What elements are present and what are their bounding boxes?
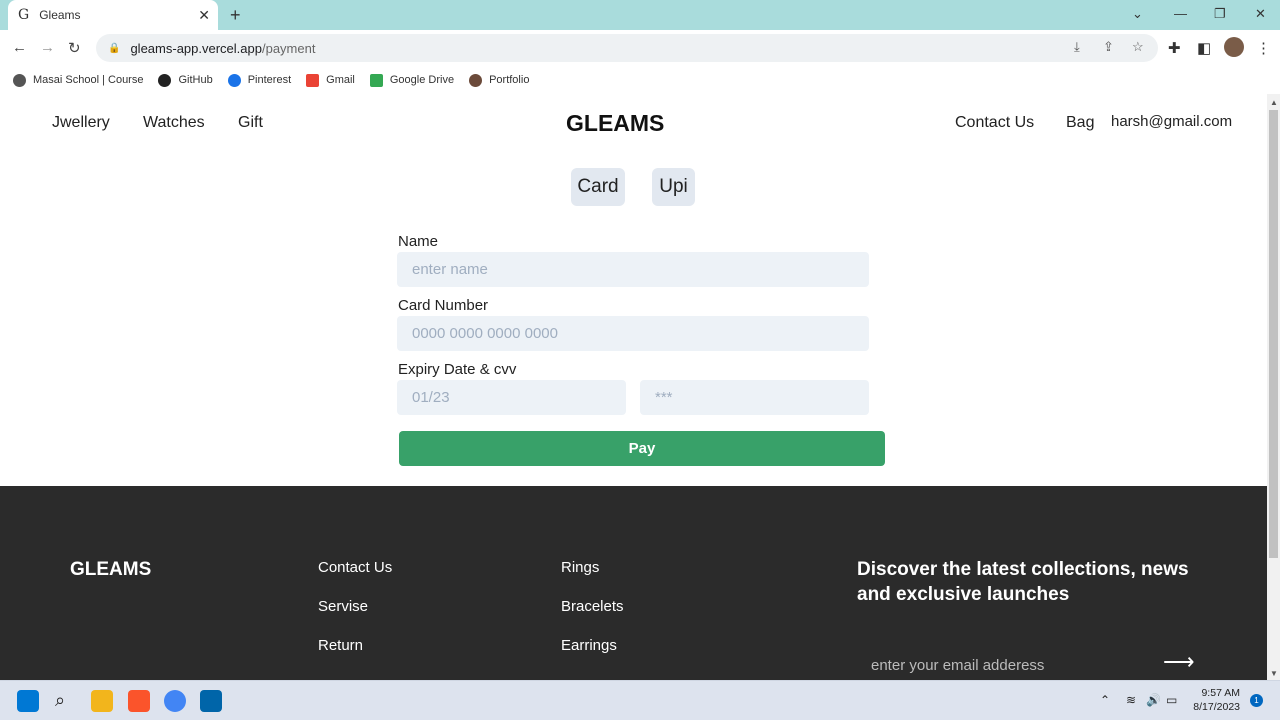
nav-gift[interactable]: Gift	[238, 114, 263, 132]
address-bar[interactable]: 🔒 gleams-app.vercel.app/payment ⤓ ⇪ ☆	[96, 34, 1158, 62]
footer-link-earrings[interactable]: Earrings	[561, 637, 617, 654]
volume-icon[interactable]: 🔊	[1146, 693, 1161, 707]
expiry-date-input[interactable]	[397, 380, 626, 415]
github-icon	[158, 73, 172, 87]
url-host: gleams-app.vercel.app	[130, 40, 262, 56]
bookmark-masai[interactable]: Masai School | Course	[13, 73, 144, 87]
nav-contact-us[interactable]: Contact Us	[955, 114, 1034, 132]
name-input[interactable]	[397, 252, 869, 287]
footer-link-bracelets[interactable]: Bracelets	[561, 598, 624, 615]
search-icon[interactable]: ⌕	[55, 690, 77, 712]
file-explorer-icon[interactable]	[91, 690, 113, 712]
name-label: Name	[398, 233, 439, 250]
footer-logo: GLEAMS	[70, 559, 152, 580]
nav-bag[interactable]: Bag	[1066, 114, 1094, 132]
globe-icon	[13, 73, 26, 87]
scroll-down-icon[interactable]: ▼	[1270, 669, 1278, 678]
scrollbar-thumb[interactable]	[1269, 110, 1278, 558]
install-icon[interactable]: ⤓	[1074, 39, 1080, 55]
site-logo[interactable]: GLEAMS	[566, 110, 664, 137]
restore-icon[interactable]: ❐	[1214, 6, 1226, 22]
cvv-input[interactable]	[640, 380, 869, 415]
forward-icon[interactable]: →	[40, 39, 55, 56]
extensions-icon[interactable]: ✚	[1168, 39, 1181, 57]
bookmark-label: GitHub	[178, 74, 213, 86]
nav-jwellery[interactable]: Jwellery	[52, 114, 110, 132]
new-tab-icon[interactable]: +	[230, 5, 241, 26]
footer-link-contact[interactable]: Contact Us	[318, 559, 392, 576]
gmail-icon	[306, 73, 320, 87]
vscode-icon[interactable]	[200, 690, 222, 712]
menu-icon[interactable]: ⋮	[1256, 39, 1271, 57]
bookmark-label: Masai School | Course	[33, 74, 144, 86]
bookmark-drive[interactable]: Google Drive	[369, 73, 455, 87]
scroll-up-icon[interactable]: ▲	[1270, 98, 1278, 107]
close-window-icon[interactable]: ✕	[1255, 6, 1266, 22]
pinterest-icon	[227, 73, 241, 87]
lock-icon: 🔒	[108, 42, 121, 54]
browser-tab-strip: G Gleams ✕ + ⌄ — ❐ ✕	[0, 0, 1280, 30]
profile-avatar[interactable]	[1224, 37, 1244, 57]
close-tab-icon[interactable]: ✕	[198, 7, 210, 24]
gleams-favicon-icon: G	[18, 7, 30, 23]
share-icon[interactable]: ⇪	[1103, 39, 1114, 55]
card-method-button[interactable]: Card	[571, 168, 625, 206]
user-email[interactable]: harsh@gmail.com	[1111, 113, 1232, 130]
upi-method-button[interactable]: Upi	[652, 168, 695, 206]
nav-watches[interactable]: Watches	[143, 114, 205, 132]
bookmark-label: Pinterest	[247, 74, 292, 86]
clock-time: 9:57 AM	[1201, 687, 1240, 699]
url-path: /payment	[261, 40, 316, 56]
browser-toolbar: ← → ↻ 🔒 gleams-app.vercel.app/payment ⤓ …	[0, 30, 1280, 66]
brave-icon[interactable]	[128, 690, 150, 712]
bookmark-label: Gmail	[326, 74, 355, 86]
footer-discover-heading: Discover the latest collections, news an…	[857, 559, 1189, 605]
pay-button[interactable]: Pay	[399, 431, 885, 466]
tab-search-icon[interactable]: ⌄	[1132, 6, 1143, 22]
bookmarks-bar: Masai School | Course GitHub Pinterest G…	[0, 66, 1280, 94]
footer-link-servise[interactable]: Servise	[318, 598, 368, 615]
bookmark-label: Google Drive	[389, 74, 455, 86]
clock-date: 8/17/2023	[1193, 701, 1240, 713]
card-number-input[interactable]	[397, 316, 869, 351]
windows-start-icon[interactable]	[17, 690, 39, 712]
drive-icon	[369, 73, 383, 87]
page-scrollbar[interactable]: ▲ ▼	[1267, 94, 1280, 680]
chrome-icon[interactable]	[164, 690, 186, 712]
side-panel-icon[interactable]: ◧	[1197, 39, 1211, 57]
system-clock[interactable]: 9:57 AM 8/17/2023	[1190, 686, 1240, 714]
reload-icon[interactable]: ↻	[68, 39, 81, 57]
wifi-icon[interactable]: ≋	[1126, 693, 1136, 707]
site-footer: GLEAMS Contact Us Servise Return Rings B…	[0, 486, 1267, 680]
portfolio-icon	[469, 73, 483, 87]
bookmark-gmail[interactable]: Gmail	[306, 73, 355, 87]
tab-title: Gleams	[39, 8, 81, 22]
page-viewport: Jwellery Watches Gift GLEAMS Contact Us …	[0, 94, 1267, 680]
footer-link-rings[interactable]: Rings	[561, 559, 599, 576]
notification-badge[interactable]: 1	[1250, 694, 1263, 707]
newsletter-email-input[interactable]: enter your email adderess	[871, 657, 1044, 674]
bookmark-star-icon[interactable]: ☆	[1132, 39, 1144, 55]
battery-icon[interactable]: ▭	[1166, 693, 1177, 707]
bookmark-pinterest[interactable]: Pinterest	[227, 73, 292, 87]
card-number-label: Card Number	[398, 297, 489, 314]
windows-taskbar: ⌕ ⌃ ≋ 🔊 ▭ 9:57 AM 8/17/2023 1	[0, 680, 1280, 720]
back-icon[interactable]: ←	[12, 39, 27, 56]
bookmark-label: Portfolio	[489, 74, 530, 86]
arrow-right-icon[interactable]: ⟶	[1163, 649, 1195, 675]
bookmark-portfolio[interactable]: Portfolio	[469, 73, 530, 87]
tab-gleams[interactable]: G Gleams ✕	[8, 0, 218, 30]
footer-link-return[interactable]: Return	[318, 637, 363, 654]
bookmark-github[interactable]: GitHub	[158, 73, 213, 87]
tray-chevron-icon[interactable]: ⌃	[1100, 693, 1110, 707]
expiry-cvv-label: Expiry Date & cvv	[398, 361, 517, 378]
minimize-icon[interactable]: —	[1174, 6, 1187, 21]
